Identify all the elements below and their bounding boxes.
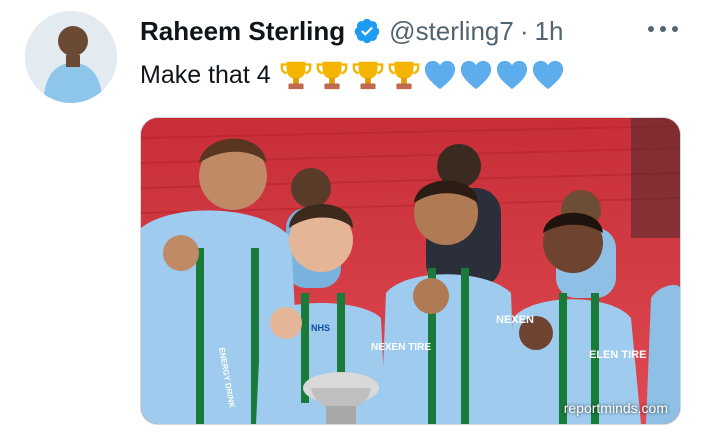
team-celebration-photo: NEXEN ELEN TIRE NEXEN TIRE NHS ENERGY DR…: [141, 118, 680, 424]
tweet-media-photo[interactable]: NEXEN ELEN TIRE NEXEN TIRE NHS ENERGY DR…: [140, 117, 681, 425]
blue-heart-icon: [496, 60, 527, 90]
tweet-timestamp[interactable]: 1h: [535, 16, 564, 47]
photo-badge-text: NHS: [311, 323, 330, 333]
trophy-icon: [316, 61, 347, 90]
tweet-text: Make that 4: [140, 58, 567, 92]
trophy-icon: [388, 61, 419, 90]
tweet-header: Raheem Sterling @sterling7 · 1h: [140, 14, 563, 48]
more-options-icon[interactable]: [648, 20, 678, 38]
header-separator: ·: [519, 15, 529, 46]
author-handle[interactable]: @sterling7: [389, 16, 514, 47]
trophy-icon: [352, 61, 383, 90]
photo-sponsor-text: NEXEN TIRE: [371, 342, 431, 353]
blue-heart-icon: [424, 60, 455, 90]
tweet-body: Make that 4: [140, 60, 271, 89]
photo-sponsor-text: ELEN TIRE: [589, 349, 646, 361]
blue-heart-icon: [532, 60, 563, 90]
display-name[interactable]: Raheem Sterling: [140, 16, 345, 47]
author-avatar[interactable]: [25, 11, 117, 103]
photo-sponsor-text: NEXEN: [496, 314, 534, 326]
blue-heart-icon: [460, 60, 491, 90]
trophy-icon: [280, 61, 311, 90]
photo-watermark: reportminds.com: [563, 400, 668, 416]
verified-badge-icon: [353, 17, 381, 45]
emoji-row: [279, 58, 567, 92]
